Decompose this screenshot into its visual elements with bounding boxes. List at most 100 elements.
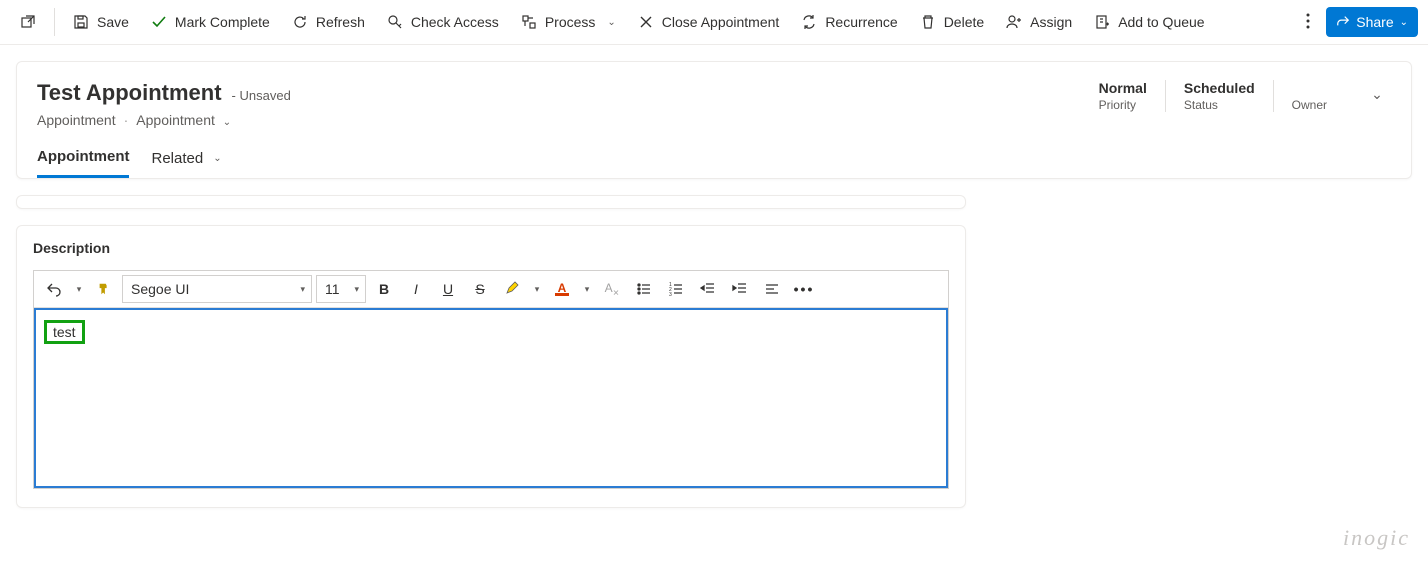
unsaved-indicator: - Unsaved <box>232 88 291 103</box>
recurrence-label: Recurrence <box>825 14 897 30</box>
refresh-label: Refresh <box>316 14 365 30</box>
rte-toolbar: ▾ Segoe UI ▾ 11 ▾ B I U S <box>34 271 948 308</box>
record-title: Test Appointment <box>37 80 222 106</box>
clear-format-button[interactable]: A✕ <box>598 275 626 303</box>
chevron-down-icon: ▾ <box>300 284 305 295</box>
italic-button[interactable]: I <box>402 275 430 303</box>
separator <box>54 8 55 36</box>
check-icon <box>151 14 167 30</box>
previous-section-edge <box>16 195 966 209</box>
highlight-dropdown[interactable]: ▾ <box>530 275 544 303</box>
align-button[interactable] <box>758 275 786 303</box>
description-textarea[interactable]: test <box>34 308 948 488</box>
outdent-button[interactable] <box>694 275 722 303</box>
clear-format-icon: A✕ <box>605 281 620 297</box>
priority-label: Priority <box>1099 98 1147 112</box>
delete-label: Delete <box>944 14 984 30</box>
chevron-down-icon: ⌄ <box>1400 17 1408 28</box>
underline-button[interactable]: U <box>434 275 462 303</box>
expand-header-button[interactable]: ⌄ <box>1363 80 1391 108</box>
font-color-dropdown[interactable]: ▾ <box>580 275 594 303</box>
recurrence-icon <box>801 14 817 30</box>
process-label: Process <box>545 14 596 30</box>
check-access-button[interactable]: Check Access <box>377 4 509 40</box>
record-header: Test Appointment - Unsaved Appointment ·… <box>16 61 1412 179</box>
mark-complete-button[interactable]: Mark Complete <box>141 4 280 40</box>
save-icon <box>73 14 89 30</box>
refresh-icon <box>292 14 308 30</box>
entity-name[interactable]: Appointment <box>37 112 116 128</box>
highlighter-icon <box>504 280 520 299</box>
form-selector[interactable]: Appointment ⌄ <box>136 112 231 128</box>
svg-text:3: 3 <box>669 292 672 297</box>
strikethrough-button[interactable]: S <box>466 275 494 303</box>
paint-format-button[interactable] <box>90 275 118 303</box>
watermark: inogic <box>1343 525 1410 551</box>
rte-more-button[interactable]: ••• <box>790 275 818 303</box>
share-button[interactable]: Share ⌄ <box>1326 7 1418 37</box>
recurrence-button[interactable]: Recurrence <box>791 4 907 40</box>
owner-field[interactable]: Owner <box>1292 80 1345 112</box>
close-appointment-button[interactable]: Close Appointment <box>628 4 790 40</box>
tab-appointment[interactable]: Appointment <box>37 148 129 178</box>
chevron-down-icon: ▾ <box>354 284 359 295</box>
assign-icon <box>1006 14 1022 30</box>
chevron-down-icon: ⌄ <box>223 117 231 128</box>
command-bar: Save Mark Complete Refresh Check Access … <box>0 0 1428 45</box>
priority-value: Normal <box>1099 80 1147 96</box>
save-button[interactable]: Save <box>63 4 139 40</box>
numbered-list-button[interactable]: 123 <box>662 275 690 303</box>
font-family-value: Segoe UI <box>131 281 189 297</box>
tab-related[interactable]: Related ⌄ <box>151 148 221 178</box>
popout-icon <box>20 14 36 30</box>
add-to-queue-label: Add to Queue <box>1118 14 1204 30</box>
delete-button[interactable]: Delete <box>910 4 994 40</box>
process-button[interactable]: Process ⌄ <box>511 4 626 40</box>
popout-button[interactable] <box>10 4 46 40</box>
save-label: Save <box>97 14 129 30</box>
more-horizontal-icon: ••• <box>794 281 815 297</box>
check-access-label: Check Access <box>411 14 499 30</box>
indent-button[interactable] <box>726 275 754 303</box>
close-icon <box>638 14 654 30</box>
process-icon <box>521 14 537 30</box>
key-icon <box>387 14 403 30</box>
queue-icon <box>1094 14 1110 30</box>
status-label: Status <box>1184 98 1255 112</box>
header-fields: Normal Priority Scheduled Status Owner ⌄ <box>1099 80 1391 112</box>
undo-button[interactable] <box>40 275 68 303</box>
mark-complete-label: Mark Complete <box>175 14 270 30</box>
more-vertical-icon <box>1306 13 1310 32</box>
share-label: Share <box>1356 14 1393 30</box>
highlight-button[interactable] <box>498 275 526 303</box>
priority-field[interactable]: Normal Priority <box>1099 80 1166 112</box>
separator-dot: · <box>124 112 129 128</box>
overflow-button[interactable] <box>1292 4 1324 40</box>
close-appointment-label: Close Appointment <box>662 14 780 30</box>
add-to-queue-button[interactable]: Add to Queue <box>1084 4 1214 40</box>
chevron-down-icon: ⌄ <box>607 17 615 28</box>
assign-label: Assign <box>1030 14 1072 30</box>
status-field[interactable]: Scheduled Status <box>1184 80 1274 112</box>
font-size-select[interactable]: 11 ▾ <box>316 275 366 303</box>
tab-list: Appointment Related ⌄ <box>37 148 1391 178</box>
rich-text-editor: ▾ Segoe UI ▾ 11 ▾ B I U S <box>33 270 949 489</box>
breadcrumb: Appointment · Appointment ⌄ <box>37 112 1391 128</box>
assign-button[interactable]: Assign <box>996 4 1082 40</box>
owner-label: Owner <box>1292 98 1327 112</box>
font-size-value: 11 <box>325 281 340 297</box>
undo-dropdown[interactable]: ▾ <box>72 275 86 303</box>
font-color-button[interactable]: A <box>548 275 576 303</box>
owner-value <box>1292 80 1327 96</box>
description-label: Description <box>33 240 949 256</box>
font-color-icon: A <box>555 283 569 296</box>
chevron-down-icon: ⌄ <box>213 153 221 164</box>
refresh-button[interactable]: Refresh <box>282 4 375 40</box>
share-icon <box>1336 14 1350 31</box>
status-value: Scheduled <box>1184 80 1255 96</box>
trash-icon <box>920 14 936 30</box>
font-family-select[interactable]: Segoe UI ▾ <box>122 275 312 303</box>
description-content: test <box>44 320 85 344</box>
bullet-list-button[interactable] <box>630 275 658 303</box>
bold-button[interactable]: B <box>370 275 398 303</box>
